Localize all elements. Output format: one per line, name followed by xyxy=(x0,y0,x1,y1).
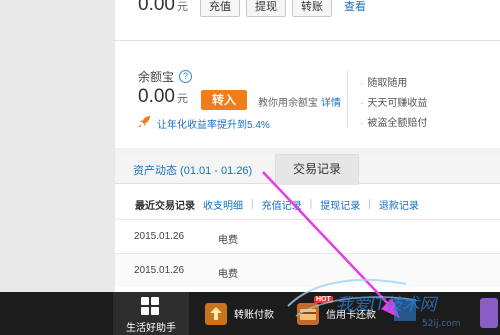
left-panel-background xyxy=(0,0,115,292)
row-date: 2015.01.26 xyxy=(134,265,185,276)
tab-trade-records[interactable]: 交易记录 xyxy=(275,154,359,185)
subnav-withdraw[interactable]: 提现记录 xyxy=(320,197,360,212)
hot-badge: HOT xyxy=(314,296,333,303)
transfer-pay-label: 转账付款 xyxy=(234,310,274,321)
row-date: 2015.01.26 xyxy=(134,231,185,242)
subnav-refund[interactable]: 退款记录 xyxy=(379,197,419,212)
yuebao-detail-link[interactable]: 详情 xyxy=(321,98,341,109)
transfer-pay-item[interactable]: 转账付款 xyxy=(205,292,274,335)
feature-item: 随取随用 xyxy=(360,74,407,89)
tab-asset-dynamics[interactable]: 资产动态 (01.01 - 01.26) xyxy=(133,162,252,178)
yuebao-balance-unit: 元 xyxy=(176,93,188,105)
transfer-pay-icon xyxy=(205,302,227,325)
subnav-income-expense[interactable]: 收支明细 xyxy=(203,197,243,212)
feature-divider xyxy=(347,70,348,128)
yuebao-balance-row: 0.00 元 xyxy=(138,86,188,108)
withdraw-button[interactable]: 提现 xyxy=(245,0,286,17)
recharge-button[interactable]: 充值 xyxy=(199,0,240,17)
home-assistant-button[interactable]: 生活好助手 xyxy=(113,292,189,335)
home-assistant-label: 生活好助手 xyxy=(126,323,176,334)
feature-item: 被盗全额赔付 xyxy=(360,114,427,129)
more-app-icon[interactable] xyxy=(480,298,498,328)
credit-card-repay-item[interactable]: 信用卡还款 xyxy=(297,292,376,335)
account-balance-amount: 0.00 xyxy=(138,0,175,15)
yuebao-tip-text: 教你用余额宝 xyxy=(258,98,318,109)
table-row[interactable]: 2015.01.26 电费 xyxy=(115,253,500,287)
subnav-recharge[interactable]: 充值记录 xyxy=(262,197,302,212)
yield-promo-link[interactable]: 让年化收益率提升到5.4% xyxy=(157,116,270,131)
records-tabs: 资产动态 (01.01 - 01.26) 交易记录 xyxy=(115,154,500,185)
yuebao-tip: 教你用余额宝 详情 xyxy=(258,94,341,109)
help-icon[interactable]: ? xyxy=(179,70,193,83)
subnav-separator: | xyxy=(251,199,254,210)
row-type: 电费 xyxy=(218,235,238,246)
account-balance-unit: 元 xyxy=(176,1,188,13)
grid-icon xyxy=(141,297,159,315)
subnav-current: 最近交易记录 xyxy=(135,201,195,212)
subnav-separator: | xyxy=(368,199,371,210)
transfer-button[interactable]: 转账 xyxy=(291,0,332,17)
rocket-icon xyxy=(138,114,152,131)
table-row[interactable]: 2015.01.26 电费 xyxy=(115,219,500,253)
account-balance-card: 0.00 元 充值 提现 转账 查看 xyxy=(115,0,500,41)
subnav-separator: | xyxy=(309,199,313,210)
records-subnav: 最近交易记录 收支明细 | 充值记录 | 提现记录 | 退款记录 xyxy=(135,197,419,212)
yuebao-title: 余额宝 xyxy=(138,70,175,84)
yuebao-title-row: 余额宝 ? xyxy=(138,68,193,85)
account-balance-row: 0.00 元 充值 提现 转账 查看 xyxy=(138,0,366,17)
yuebao-section: 余额宝 ? 0.00 元 转入 教你用余额宝详情 让年化收益率提升到5.4% 随… xyxy=(115,56,500,148)
credit-card-icon xyxy=(297,302,319,325)
credit-card-repay-label: 信用卡还款 xyxy=(326,310,376,321)
feature-item: 天天可赚收益 xyxy=(360,94,427,109)
row-type: 电费 xyxy=(218,269,238,280)
yuebao-balance-amount: 0.00 xyxy=(138,86,175,107)
view-link[interactable]: 查看 xyxy=(344,0,366,14)
transfer-in-button[interactable]: 转入 xyxy=(201,90,247,110)
